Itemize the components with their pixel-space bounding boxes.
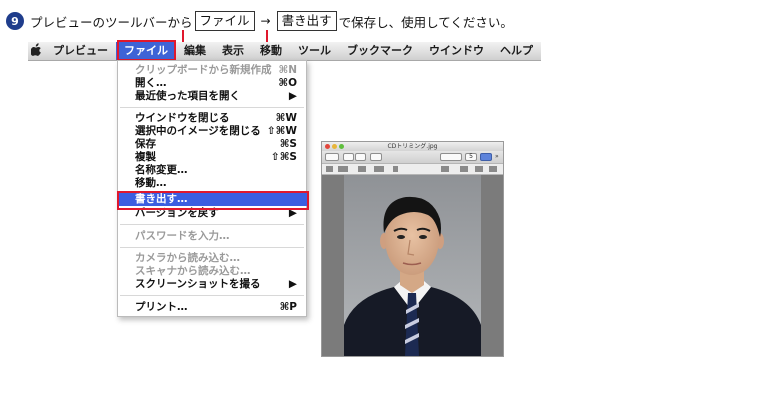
menu-bookmarks[interactable]: ブックマーク (339, 42, 421, 60)
preview-window: CDトリミング.jpg 5 » (321, 141, 504, 357)
menu-view[interactable]: 表示 (214, 42, 252, 60)
menu-item-print[interactable]: プリント… ⌘P (118, 301, 308, 314)
rotate-buttons[interactable] (440, 153, 462, 161)
submenu-arrow-icon: ▶ (288, 90, 297, 102)
menu-window[interactable]: ウインドウ (421, 42, 492, 60)
arrow-icon: → (260, 14, 271, 28)
menu-item-move[interactable]: 移動… (118, 177, 308, 190)
zoom-out-icon[interactable] (343, 153, 354, 161)
shape-tool-icon[interactable] (358, 166, 366, 172)
share-icon[interactable] (370, 153, 382, 161)
menu-tools[interactable]: ツール (290, 42, 339, 60)
menu-item-open-recent[interactable]: 最近使った項目を開く ▶ (118, 90, 308, 103)
menu-item-close-selected-image[interactable]: 選択中のイメージを閉じる ⇧⌘W (118, 125, 308, 138)
step-instruction: 9 プレビューのツールバーから ファイル → 書き出す で保存し、使用してくださ… (6, 10, 513, 32)
zoom-in-icon[interactable] (355, 153, 366, 161)
menu-help[interactable]: ヘルプ (492, 42, 541, 60)
crop-tool-icon[interactable] (460, 166, 468, 172)
line-tool-icon[interactable] (374, 166, 384, 172)
edit-toolbar (322, 164, 503, 175)
instruction-key-file: ファイル (194, 11, 255, 31)
apple-icon[interactable] (28, 42, 45, 60)
zoom-window-button[interactable] (339, 144, 344, 149)
adjust-tool-icon[interactable] (475, 166, 483, 172)
menu-edit[interactable]: 編集 (176, 42, 214, 60)
menu-item-import-from-camera[interactable]: カメラから読み込む… (118, 252, 308, 265)
view-mode-button[interactable] (325, 153, 339, 161)
size-tool-icon[interactable] (489, 166, 497, 172)
selection-tool-icon[interactable] (326, 166, 333, 172)
close-window-button[interactable] (325, 144, 330, 149)
preview-toolbar: 5 » (322, 151, 503, 164)
connector-line-file-v (182, 30, 184, 42)
menu-separator (120, 107, 304, 108)
menu-item-enter-password[interactable]: パスワードを入力… (118, 230, 308, 243)
instruction-text-after: で保存し、使用してください。 (338, 14, 513, 30)
export-highlight-box (117, 191, 309, 210)
instruction-key-export: 書き出す (276, 11, 337, 31)
menu-item-close-window[interactable]: ウインドウを閉じる ⌘W (118, 112, 308, 125)
submenu-arrow-icon: ▶ (288, 278, 297, 290)
menu-separator (120, 224, 304, 225)
minimize-window-button[interactable] (332, 144, 337, 149)
menu-item-import-from-scanner[interactable]: スキャナから読み込む… (118, 265, 308, 278)
instruction-text-before: プレビューのツールバーから (30, 14, 193, 30)
more-icon[interactable]: » (495, 153, 499, 160)
menu-item-rename[interactable]: 名称変更… (118, 164, 308, 177)
color-tool-icon[interactable] (441, 166, 449, 172)
menu-separator (120, 295, 304, 296)
page-number-field[interactable]: 5 (465, 153, 477, 161)
menu-bar: プレビュー ファイル 編集 表示 移動 ツール ブックマーク ウインドウ ヘルプ (28, 42, 541, 61)
portrait-photo (344, 175, 481, 356)
edit-toolbar-button[interactable] (480, 153, 492, 161)
window-title-bar: CDトリミング.jpg (322, 142, 503, 151)
step-number-badge: 9 (6, 12, 24, 30)
image-canvas (322, 175, 503, 356)
menu-item-save[interactable]: 保存 ⌘S (118, 138, 308, 151)
menu-go[interactable]: 移動 (252, 42, 290, 60)
menu-item-open[interactable]: 開く… ⌘O (118, 77, 308, 90)
menu-app-preview[interactable]: プレビュー (45, 42, 116, 60)
lasso-tool-icon[interactable] (338, 166, 348, 172)
file-menu-highlight-box (117, 40, 176, 61)
document-title: CDトリミング.jpg (387, 143, 438, 150)
text-tool-icon[interactable] (393, 166, 398, 172)
menu-item-duplicate[interactable]: 複製 ⇧⌘S (118, 151, 308, 164)
menu-separator (120, 247, 304, 248)
file-dropdown-menu: クリップボードから新規作成 ⌘N 開く… ⌘O 最近使った項目を開く ▶ ウインドウを… (117, 60, 308, 317)
menu-item-take-screenshot[interactable]: スクリーンショットを撮る ▶ (118, 278, 308, 291)
menu-item-new-from-clipboard[interactable]: クリップボードから新規作成 ⌘N (118, 64, 308, 77)
